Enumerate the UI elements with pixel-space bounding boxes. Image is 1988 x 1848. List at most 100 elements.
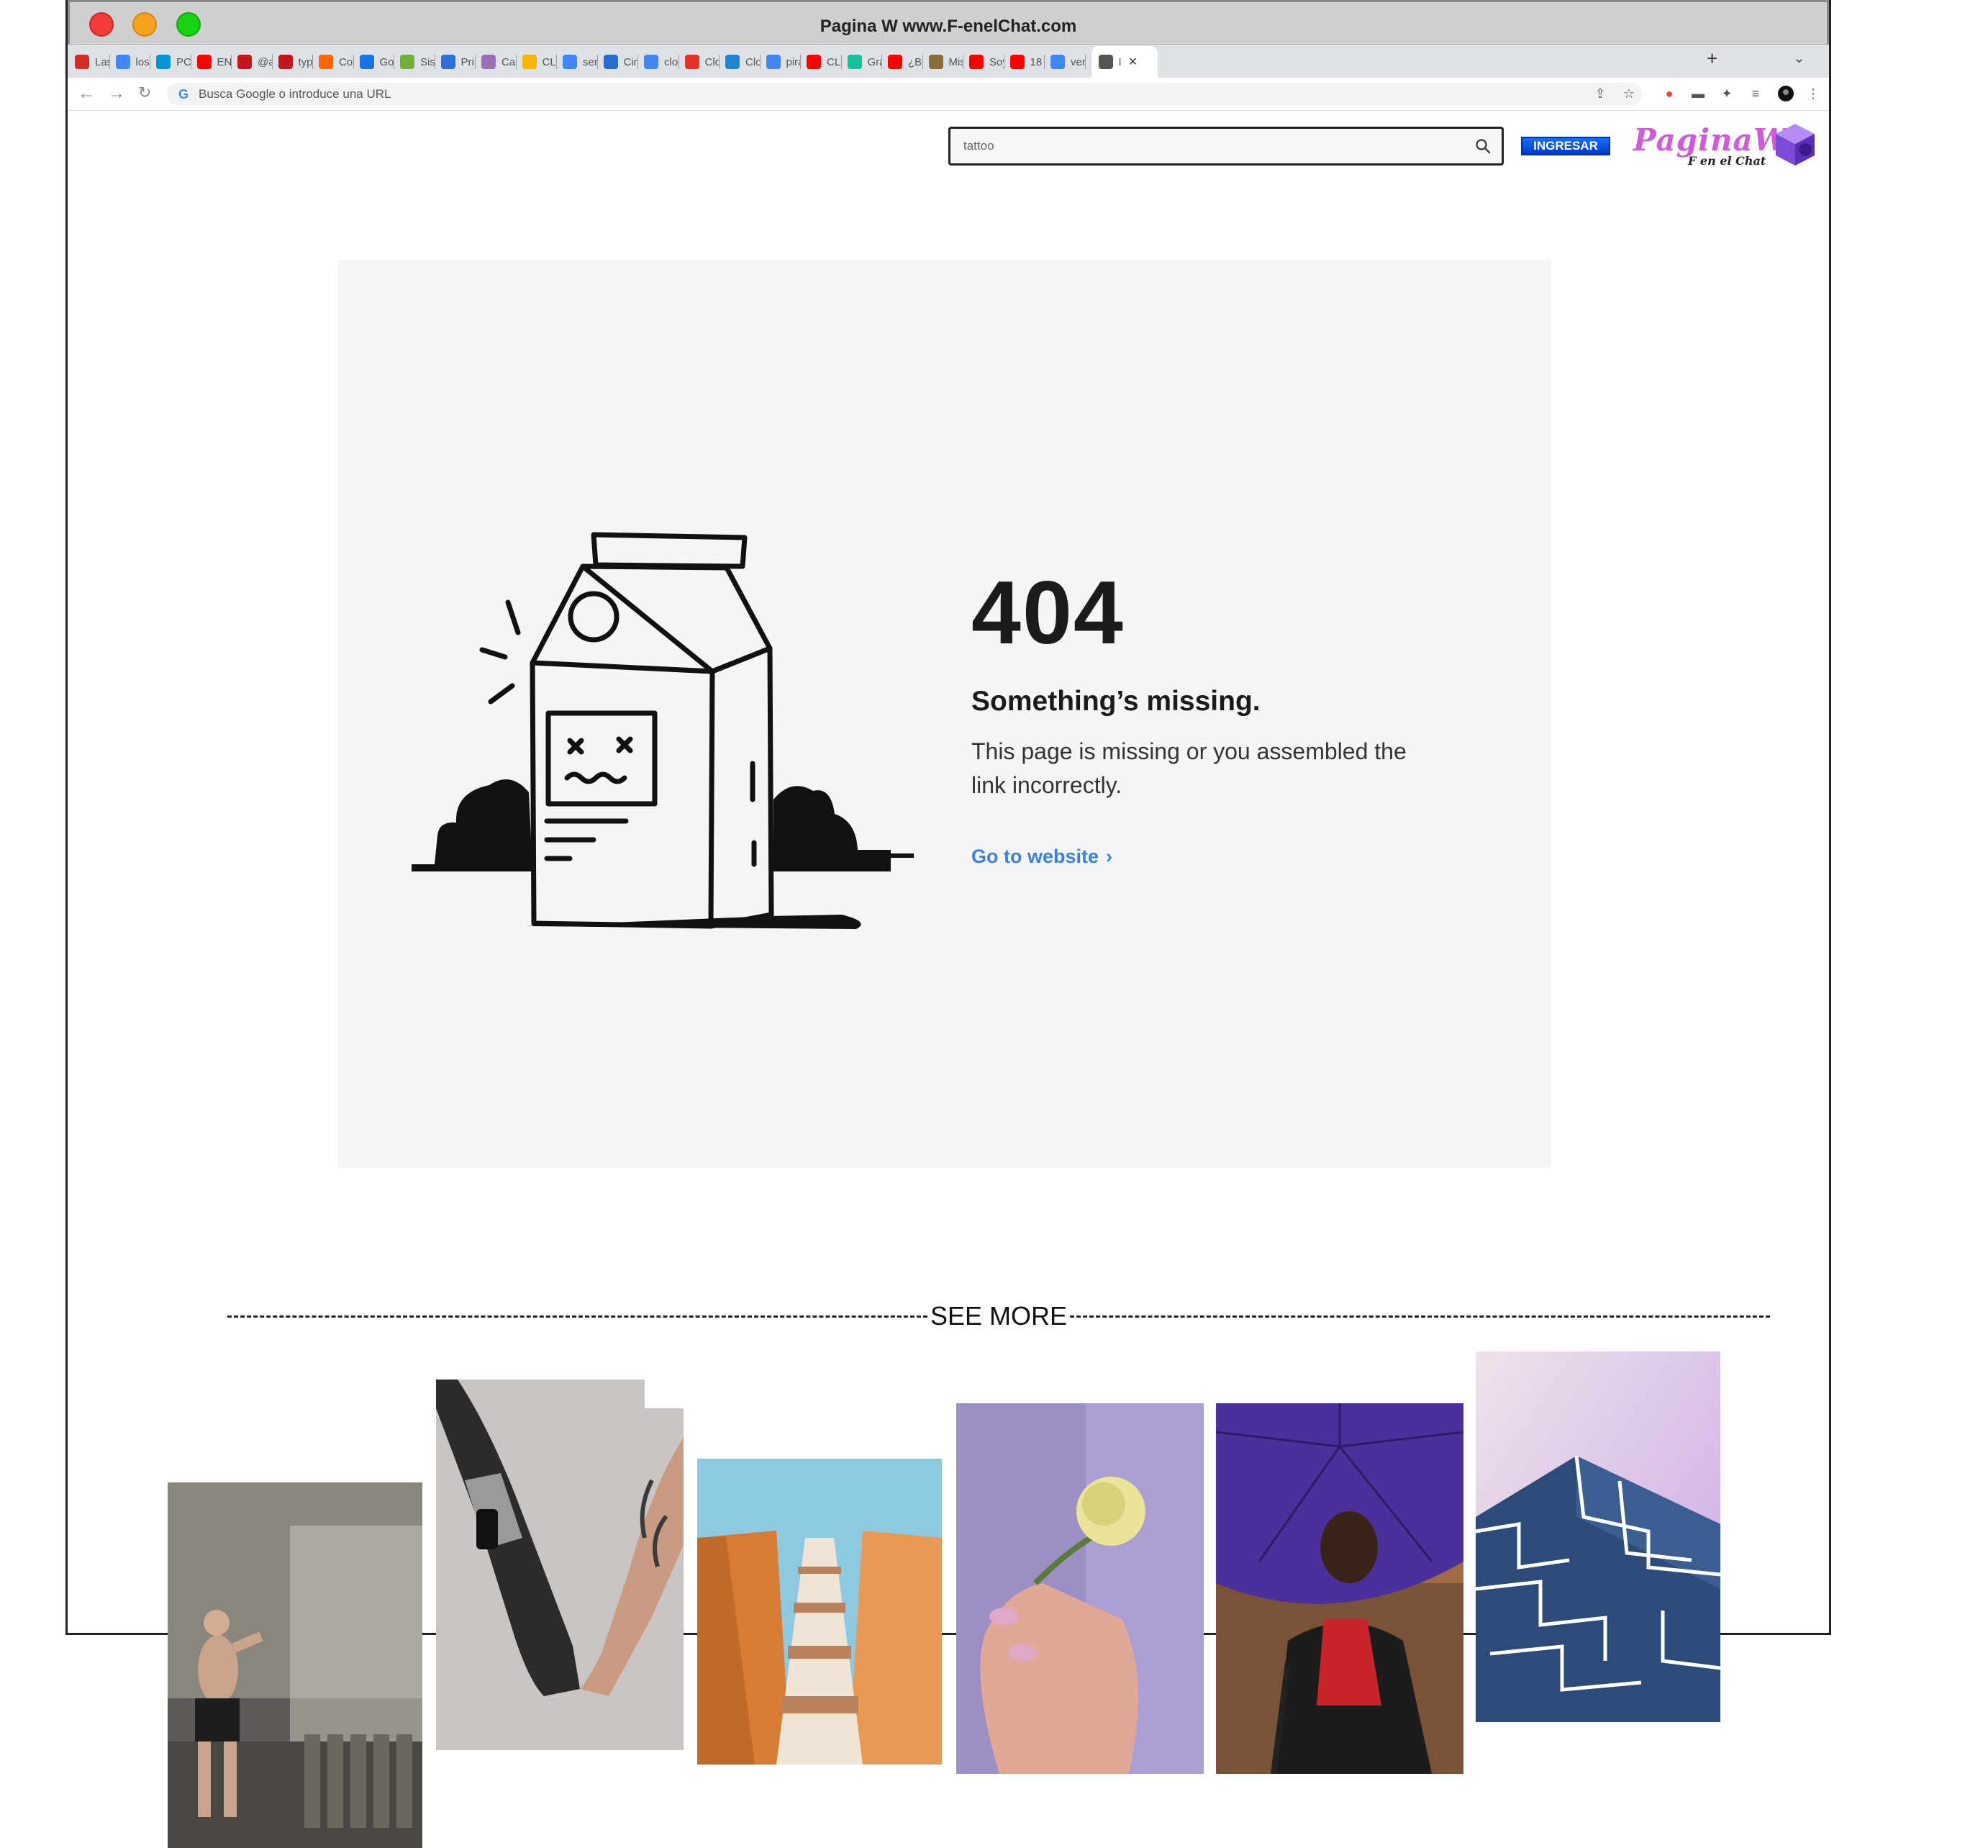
tab-label: pira [786, 55, 802, 68]
tab-separator [922, 55, 923, 69]
bookmark-star-icon[interactable]: ☆ [1620, 85, 1638, 102]
lastpass-icon [75, 55, 89, 69]
browser-tab[interactable]: PC p [156, 50, 191, 73]
google-icon [115, 55, 130, 69]
search-input[interactable] [950, 129, 1454, 163]
browser-tab[interactable]: Clou [725, 50, 761, 73]
extension-record-icon[interactable]: ● [1661, 85, 1678, 102]
broken-milk-carton-illustration [412, 532, 914, 929]
browser-tab[interactable]: ENG [196, 50, 232, 73]
cube-logo-icon [1776, 124, 1815, 166]
see-more-divider: SEE MORE [227, 1299, 1771, 1333]
browser-tab[interactable]: ¿Bus [888, 50, 923, 73]
slides-icon [522, 55, 537, 69]
tab-separator [475, 55, 476, 69]
extension-screen-icon[interactable]: ▬ [1689, 85, 1707, 102]
brand-tagline: F en el Chat [1688, 154, 1766, 168]
reload-icon[interactable]: ↻ [138, 83, 151, 102]
tab-separator [840, 55, 842, 69]
gallery-image-boxer[interactable] [168, 1482, 422, 1848]
gallery-image-robotic-hand[interactable] [436, 1380, 684, 1750]
search-icon[interactable] [1474, 137, 1492, 155]
browser-tab[interactable]: Grar [847, 50, 883, 73]
google-icon [563, 55, 577, 69]
tab-separator [1084, 55, 1086, 69]
gallery-image-hand-flower[interactable] [956, 1403, 1204, 1774]
tab-strip: Last los r PC p ENG @ar type Con Goo Siste Prin Ca… [68, 45, 1829, 78]
tab-label: vent [1071, 55, 1086, 68]
site-logo[interactable]: PaginaW F en el Chat [1633, 119, 1787, 173]
tab-separator [515, 55, 517, 69]
title-bar: Pagina W www.F-enelChat.com [68, 0, 1829, 45]
youtube-icon [888, 55, 902, 69]
browser-tab[interactable]: Last [75, 50, 110, 73]
tab-label: Grar [867, 55, 883, 68]
camera-icon [481, 55, 496, 69]
close-tab-icon[interactable]: × [1129, 54, 1138, 71]
tab-separator [678, 55, 679, 69]
browser-tab[interactable]: Cam [481, 50, 517, 73]
dashed-line-left [227, 1315, 927, 1318]
forward-icon[interactable]: → [108, 83, 125, 104]
cloud-icon [684, 55, 699, 69]
gallery-image-building-perspective[interactable] [697, 1459, 942, 1765]
tab-search-icon[interactable]: ⌄ [1793, 49, 1805, 67]
gallery-image-glass-building[interactable] [1476, 1351, 1720, 1722]
browser-tab[interactable]: CLIP [807, 50, 842, 73]
news-icon [278, 55, 293, 69]
back-icon[interactable]: ← [78, 83, 95, 104]
browser-tab[interactable]: 18 H [1009, 50, 1045, 73]
youtube-icon [969, 55, 984, 69]
seal-icon [928, 55, 943, 69]
tab-label: I [1118, 55, 1122, 68]
youtube-icon [807, 55, 821, 69]
browser-tab[interactable]: Misi [928, 50, 963, 73]
tab-separator [556, 55, 557, 69]
browser-tab[interactable]: clou [644, 50, 679, 73]
browser-tab[interactable]: CLO [522, 50, 557, 73]
browser-tab[interactable]: vent [1050, 50, 1086, 73]
browser-tab[interactable]: Clou [684, 50, 720, 73]
tab-separator [637, 55, 638, 69]
tab-label: Clou [704, 55, 720, 68]
share-icon[interactable]: ⇪ [1592, 85, 1609, 102]
tab-label: ¿Bus [908, 55, 923, 68]
tab-label: Soy [989, 55, 1004, 68]
hp-icon [156, 55, 171, 69]
browser-tab[interactable]: Prin [440, 50, 476, 73]
browser-tab[interactable]: Cinc [603, 50, 639, 73]
go-to-website-link[interactable]: Go to website › [971, 846, 1112, 868]
tab-label: Goo [379, 55, 395, 68]
extensions-puzzle-icon[interactable]: ✦ [1718, 85, 1735, 102]
tab-separator [231, 55, 232, 69]
login-button[interactable]: INGRESAR [1521, 137, 1610, 155]
tab-separator [109, 55, 110, 69]
browser-tab[interactable]: Siste [400, 50, 435, 73]
reading-list-icon[interactable]: ≡ [1747, 85, 1764, 102]
google-icon: G [178, 86, 189, 101]
tab-label: ENG [217, 55, 232, 68]
browser-tab[interactable]: Con [319, 50, 354, 73]
browser-tab[interactable]: Goo [359, 50, 395, 73]
google-icon [1050, 55, 1065, 69]
error-message: This page is missing or you assembled th… [971, 738, 1407, 798]
see-more-label: SEE MORE [930, 1301, 1068, 1331]
browser-tab-active[interactable]: I × [1091, 46, 1158, 78]
browser-tab[interactable]: @ar [237, 50, 273, 73]
tab-label: Con [339, 55, 354, 68]
browser-tab[interactable]: type [278, 50, 313, 73]
gallery-image-man-umbrella[interactable] [1216, 1403, 1463, 1774]
google-icon [644, 55, 658, 69]
tab-label: Cinc [623, 55, 639, 68]
new-tab-button[interactable]: + [1707, 47, 1717, 70]
browser-tab[interactable]: Soy [969, 50, 1004, 73]
browser-tab[interactable]: los r [115, 50, 150, 73]
profile-avatar-icon[interactable] [1777, 85, 1794, 102]
browser-tab[interactable]: serv [563, 50, 598, 73]
tab-label: Siste [420, 55, 435, 68]
browser-tab[interactable]: pira [766, 50, 802, 73]
browser-menu-icon[interactable]: ⋮ [1805, 85, 1822, 102]
address-bar[interactable]: G Busca Google o introduce una URL [167, 83, 1642, 106]
tab-separator [1044, 55, 1045, 69]
tab-separator [719, 55, 720, 69]
